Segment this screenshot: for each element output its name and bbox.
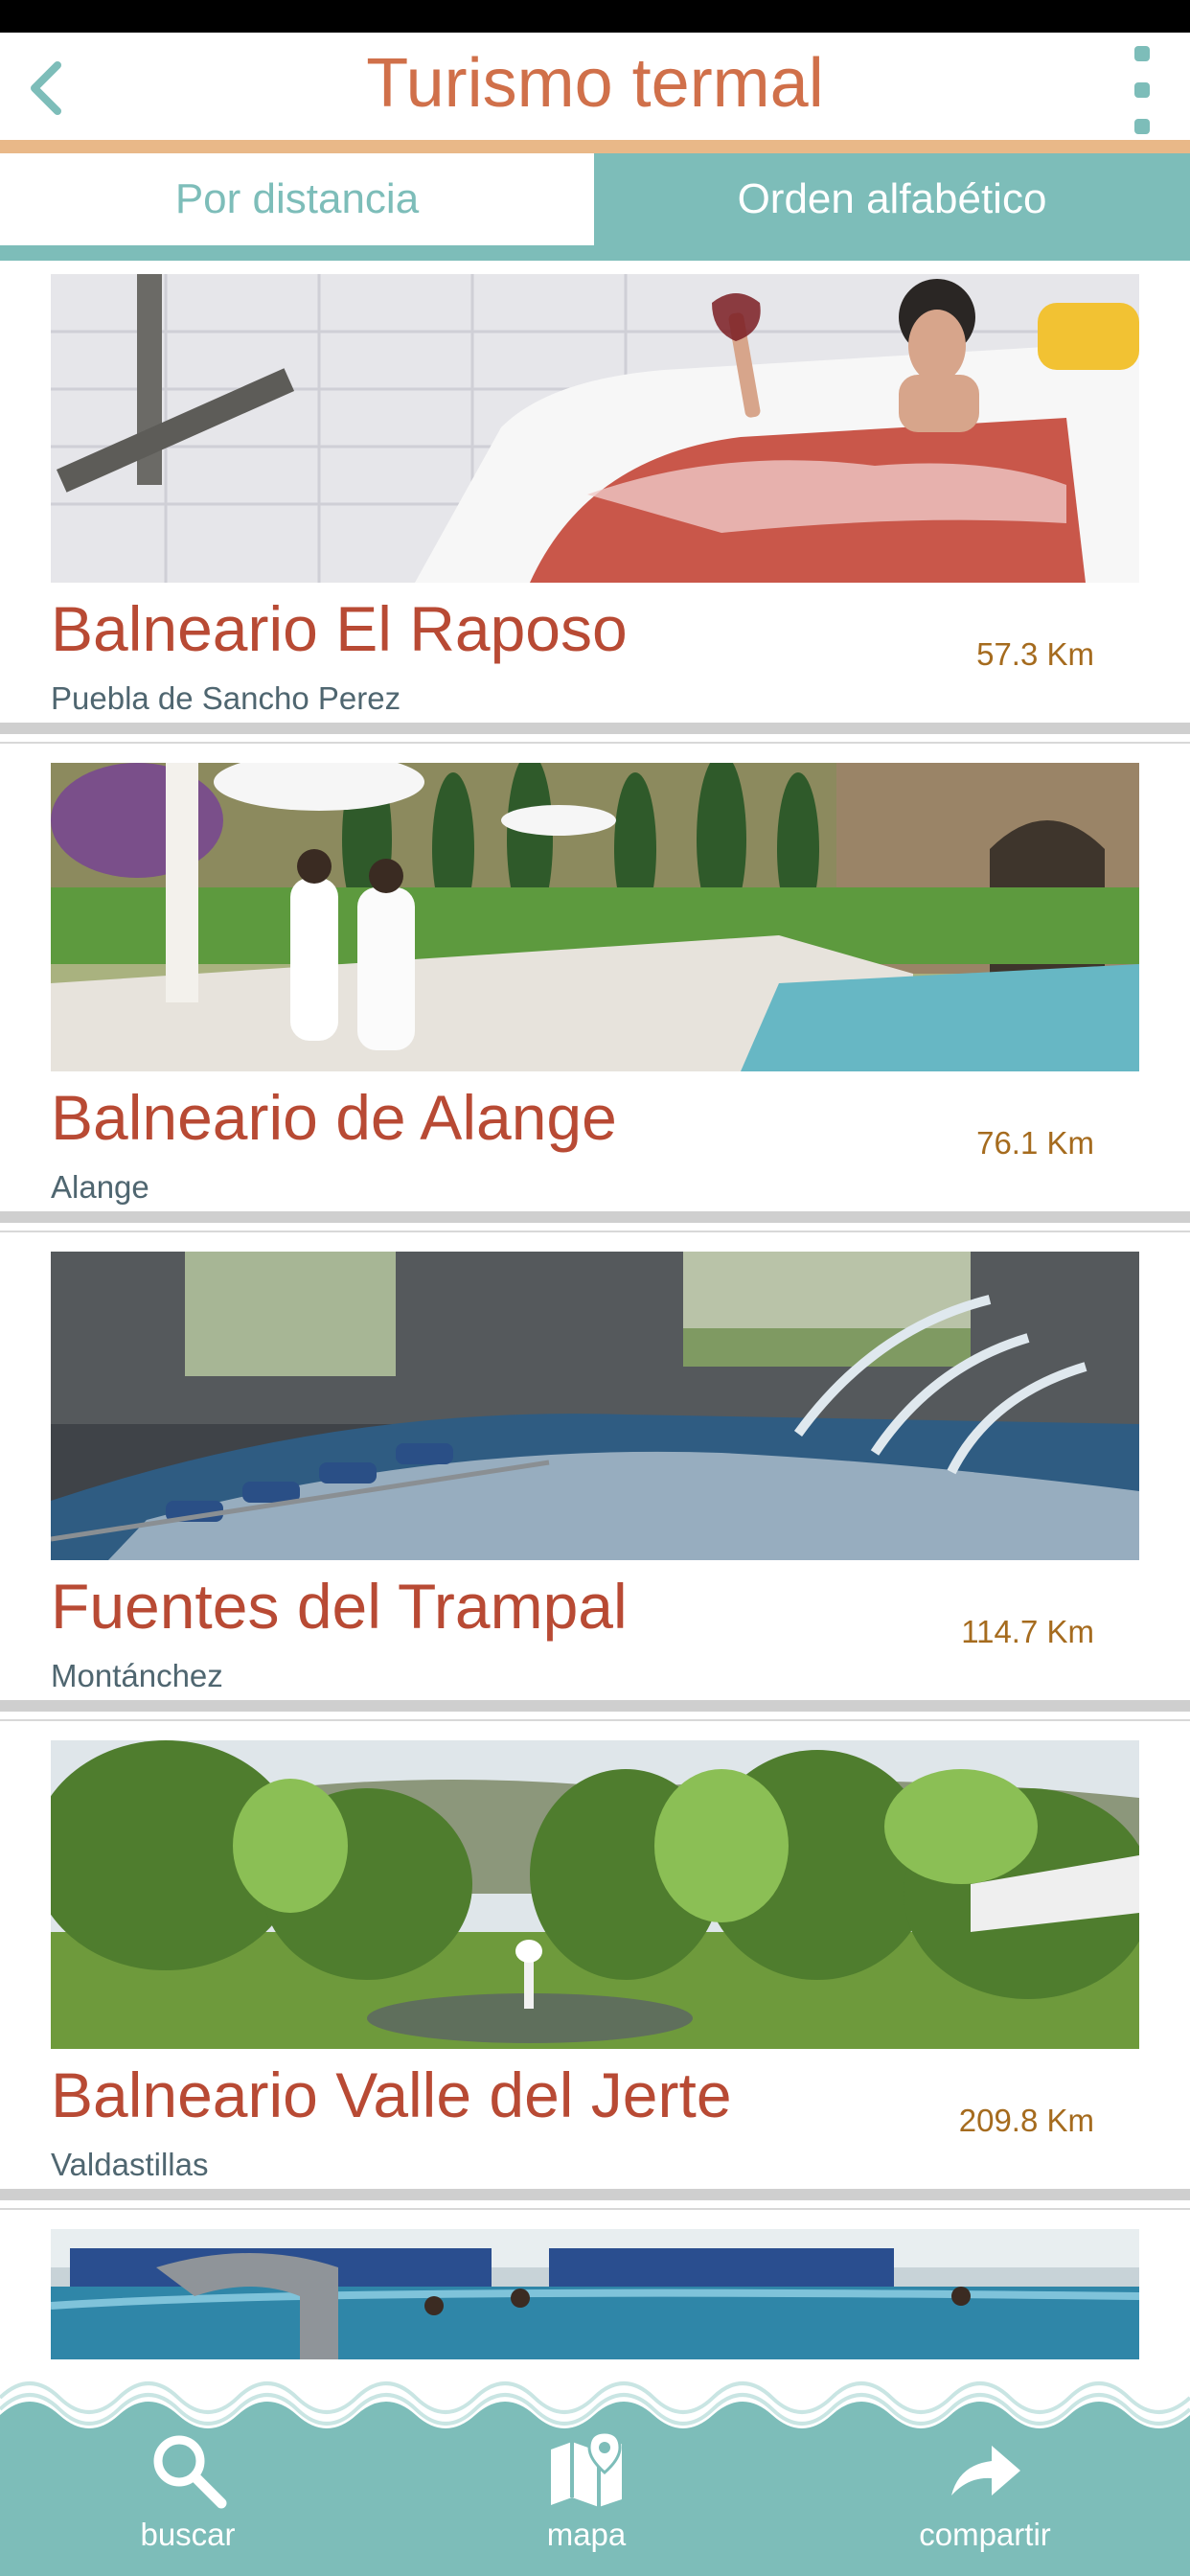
wave-decoration — [0, 2359, 1190, 2430]
more-vertical-icon — [1134, 46, 1150, 61]
list-item[interactable]: Balneario El Raposo 57.3 Km Puebla de Sa… — [0, 261, 1190, 749]
spa-photo — [51, 763, 1139, 1071]
spa-town: Alange — [51, 1169, 149, 1205]
bottom-nav: buscar mapa compartir — [0, 2359, 1190, 2576]
spa-name: Fuentes del Trampal — [51, 1571, 628, 1642]
divider — [0, 723, 1190, 734]
spa-name: Balneario Valle del Jerte — [51, 2059, 732, 2130]
search-label: buscar — [140, 2517, 236, 2552]
divider — [0, 1700, 1190, 1712]
spa-photo — [51, 2229, 1139, 2359]
spa-distance: 76.1 Km — [976, 1125, 1094, 1161]
spa-distance: 209.8 Km — [958, 2103, 1094, 2138]
map-label: mapa — [546, 2517, 627, 2552]
status-bar — [0, 0, 1190, 33]
spa-town: Montánchez — [51, 1658, 223, 1693]
search-button[interactable]: buscar — [82, 2428, 293, 2563]
spa-photo — [51, 1252, 1139, 1560]
share-button[interactable]: compartir — [880, 2428, 1090, 2563]
spa-town: Valdastillas — [51, 2147, 209, 2182]
overflow-menu-button[interactable] — [1123, 46, 1161, 134]
tab-by-distance[interactable]: Por distancia — [0, 153, 594, 245]
sort-tabs: Por distancia Orden alfabético — [0, 153, 1190, 261]
share-label: compartir — [919, 2517, 1051, 2552]
list-item[interactable] — [0, 2216, 1190, 2359]
divider — [0, 2189, 1190, 2200]
app-header: Turismo termal — [0, 33, 1190, 144]
spa-distance: 114.7 Km — [961, 1614, 1094, 1649]
search-icon — [153, 2435, 227, 2509]
tab-alphabetical[interactable]: Orden alfabético — [594, 153, 1190, 245]
spa-photo — [51, 1740, 1139, 2049]
header-divider — [0, 140, 1190, 153]
map-button[interactable]: mapa — [481, 2428, 692, 2563]
list-item[interactable]: Balneario de Alange 76.1 Km Alange — [0, 749, 1190, 1238]
list-item[interactable]: Fuentes del Trampal 114.7 Km Montánchez — [0, 1238, 1190, 1727]
list-item[interactable]: Balneario Valle del Jerte 209.8 Km Valda… — [0, 1727, 1190, 2216]
spa-town: Puebla de Sancho Perez — [51, 680, 401, 716]
spa-distance: 57.3 Km — [976, 636, 1094, 672]
share-arrow-icon — [951, 2446, 1020, 2496]
spa-list: Balneario El Raposo 57.3 Km Puebla de Sa… — [0, 261, 1190, 2359]
spa-name: Balneario El Raposo — [51, 593, 628, 664]
spa-name: Balneario de Alange — [51, 1082, 617, 1153]
spa-photo — [51, 274, 1139, 583]
map-icon — [551, 2430, 622, 2507]
divider — [0, 1211, 1190, 1223]
page-title: Turismo termal — [366, 45, 824, 122]
